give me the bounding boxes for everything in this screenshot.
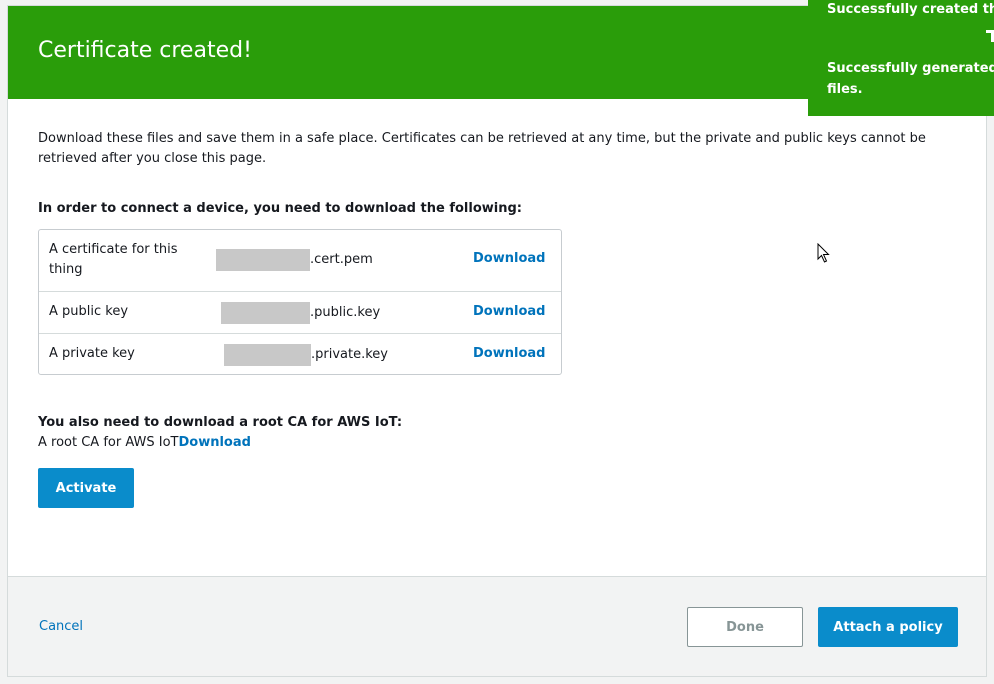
done-button[interactable]: Done bbox=[687, 607, 803, 647]
download-instructions: In order to connect a device, you need t… bbox=[38, 201, 522, 216]
footer-bar: Cancel Done Attach a policy bbox=[8, 576, 986, 676]
file-name: .private.key bbox=[224, 344, 388, 366]
file-suffix: .public.key bbox=[310, 305, 381, 320]
file-label: A private key bbox=[49, 346, 135, 361]
success-toast: Successfully created thing. Successfully… bbox=[808, 0, 994, 116]
root-ca-line: A root CA for AWS IoTDownload bbox=[38, 435, 251, 450]
file-row-certificate: A certificate for this thing .cert.pem D… bbox=[39, 230, 561, 292]
file-suffix: .cert.pem bbox=[310, 252, 373, 267]
cancel-link[interactable]: Cancel bbox=[39, 619, 83, 634]
root-ca-heading: You also need to download a root CA for … bbox=[38, 415, 403, 430]
toast-message-certificate-line2: files. bbox=[827, 82, 863, 97]
file-label: A certificate for this thing bbox=[49, 242, 178, 277]
toast-message-thing: Successfully created thing. bbox=[827, 2, 994, 17]
download-root-ca-link[interactable]: Download bbox=[178, 435, 250, 450]
file-name: .cert.pem bbox=[216, 249, 373, 271]
file-suffix: .private.key bbox=[311, 347, 388, 362]
file-row-public-key: A public key .public.key Download bbox=[39, 292, 561, 334]
mouse-cursor-icon bbox=[817, 243, 830, 263]
redacted-filename bbox=[221, 302, 310, 324]
download-private-key-link[interactable]: Download bbox=[473, 344, 545, 364]
toast-close-icon[interactable] bbox=[986, 30, 994, 42]
redacted-filename bbox=[216, 249, 310, 271]
file-row-private-key: A private key .private.key Download bbox=[39, 334, 561, 374]
file-name: .public.key bbox=[221, 302, 380, 324]
page-title: Certificate created! bbox=[38, 38, 252, 63]
attach-policy-button[interactable]: Attach a policy bbox=[818, 607, 958, 647]
root-ca-label: A root CA for AWS IoT bbox=[38, 435, 179, 450]
toast-message-certificate: Successfully generated ce bbox=[827, 61, 994, 76]
intro-text: Download these files and save them in a … bbox=[38, 131, 926, 166]
download-certificate-link[interactable]: Download bbox=[473, 249, 545, 269]
files-table: A certificate for this thing .cert.pem D… bbox=[38, 229, 562, 375]
activate-button[interactable]: Activate bbox=[38, 468, 134, 508]
download-public-key-link[interactable]: Download bbox=[473, 302, 545, 322]
redacted-filename bbox=[224, 344, 311, 366]
file-label: A public key bbox=[49, 304, 129, 319]
